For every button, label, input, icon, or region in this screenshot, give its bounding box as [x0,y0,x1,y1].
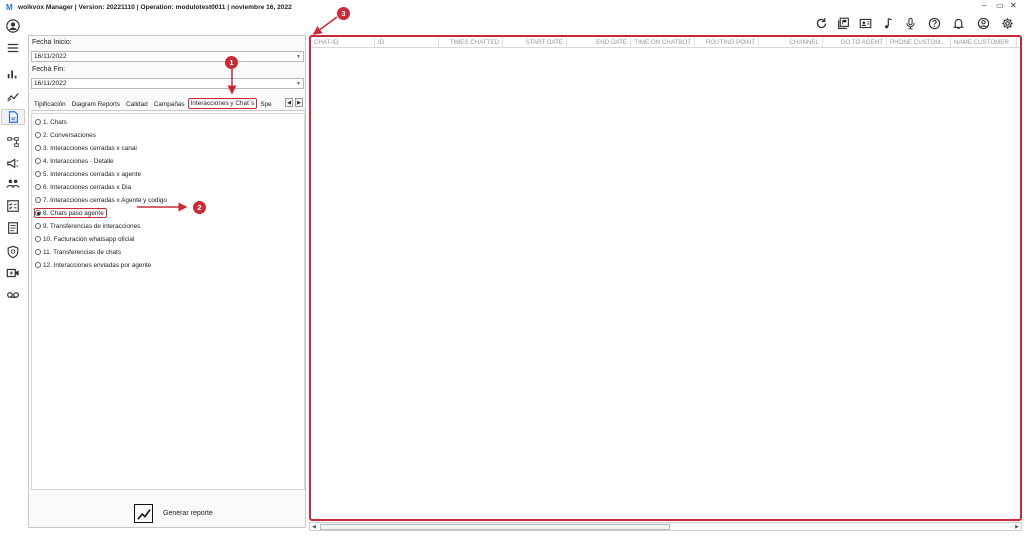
report-option-7[interactable]: 7. Interacciones cerradas x Agente y cod… [35,195,167,205]
voicemail-icon[interactable] [5,287,21,303]
refresh-icon[interactable] [814,16,828,30]
tab-interacciones-chats[interactable]: Interacciones y Chat´s [187,98,258,109]
restore-icon[interactable]: ▭ [996,1,1004,10]
radio-button[interactable] [35,158,41,164]
report-option-1[interactable]: 1. Chats [35,117,67,127]
start-date-picker[interactable]: 16/11/2022 ▼ [31,51,304,62]
end-date-label: Fecha Fin: [32,66,66,73]
report-tabs: Tipificación Diagram Reports Calidad Cam… [31,98,306,111]
callout-3-badge: 3 [337,7,350,20]
column-header-time-on-chatbot[interactable]: TIME ON CHATBOT [631,37,695,47]
tab-spe[interactable]: Spe [257,101,274,110]
column-header-phone-customer[interactable]: PHONE CUSTOM... [887,37,951,47]
tab-diagram-reports[interactable]: Diagram Reports [69,101,123,110]
report-option-10[interactable]: 10. Facturación whatsapp oficial [35,234,134,244]
app-logo: M [6,2,13,12]
callout-2-badge: 2 [193,201,206,214]
checklist-icon[interactable] [5,198,21,214]
hierarchy-icon[interactable] [5,134,21,150]
tab-campanas[interactable]: Campañas [151,101,188,110]
column-header-start-date[interactable]: START DATE [503,37,567,47]
report-list: 1. Chats 2. Conversaciones 3. Interaccio… [31,113,305,490]
title-bar: M wolkvox Manager | Version: 20221110 | … [0,0,1024,14]
report-option-4[interactable]: 4. Interacciones - Detalle [35,156,114,166]
radio-button[interactable] [35,262,41,268]
window-title: wolkvox Manager | Version: 20221110 | Op… [18,3,292,11]
column-header-end-date[interactable]: END DATE [567,37,631,47]
end-date-value: 16/11/2022 [34,80,67,87]
column-header-channel[interactable]: CHANNEL [759,37,823,47]
report-option-8[interactable]: 8. Chats paso agente [34,208,107,218]
account-icon[interactable] [976,16,990,30]
column-header-times-chatted[interactable]: TIMES CHATTED [439,37,503,47]
results-grid[interactable]: CHAT-ID ID TIMES CHATTED START DATE END … [309,35,1022,521]
radio-button[interactable] [35,249,41,255]
column-header-id[interactable]: ID [375,37,439,47]
generate-report-label: Generar reporte [163,510,213,517]
report-option-3[interactable]: 3. Interacciones cerradas x canal [35,143,137,153]
callout-1-badge: 1 [225,56,238,69]
column-header-go-to-agent[interactable]: GO TO AGENT [823,37,887,47]
radio-button[interactable] [35,236,41,242]
radio-button[interactable] [35,145,41,151]
scroll-left-icon[interactable]: ◀ [312,523,316,531]
library-icon[interactable] [836,16,850,30]
report-icon[interactable] [1,109,25,125]
report-selection-panel: Fecha Inicio: 16/11/2022 ▼ Fecha Fin: 16… [28,35,306,528]
minimize-icon[interactable]: – [982,1,986,10]
document-icon[interactable] [5,220,21,236]
user-icon[interactable] [5,18,21,34]
bell-icon[interactable] [951,16,965,30]
megaphone-icon[interactable] [5,155,21,171]
report-option-6[interactable]: 6. Interacciones cerradas x Dia [35,182,131,192]
report-option-2[interactable]: 2. Conversaciones [35,130,96,140]
chart-trend-icon [134,504,153,523]
chevron-down-icon[interactable]: ▼ [296,79,301,89]
tab-scroll-left-icon[interactable]: ◀ [285,98,293,107]
tab-scroll-right-icon[interactable]: ▶ [295,98,303,107]
scrollbar-thumb[interactable] [320,524,670,530]
radio-button[interactable] [35,119,41,125]
report-option-9[interactable]: 9. Transferencias de interacciones [35,221,140,231]
radio-button[interactable] [35,132,41,138]
radio-button[interactable] [35,197,41,203]
music-icon[interactable] [880,16,894,30]
column-header-name-customer[interactable]: NAME CUSTOMER [951,37,1017,47]
scroll-right-icon[interactable]: ▶ [1015,523,1019,531]
help-icon[interactable] [927,16,941,30]
contact-card-icon[interactable] [858,16,872,30]
radio-button[interactable] [35,171,41,177]
radio-button[interactable] [35,223,41,229]
chevron-down-icon[interactable]: ▼ [296,52,301,62]
callout-3-arrow [312,16,338,35]
start-date-value: 16/11/2022 [34,53,67,60]
team-icon[interactable] [5,176,21,192]
line-chart-icon[interactable] [5,88,21,104]
settings-icon[interactable] [1000,16,1014,30]
column-header-routing-point[interactable]: ROUTING POINT [695,37,759,47]
report-option-11[interactable]: 11. Transferencias de chats [35,247,121,257]
horizontal-scrollbar[interactable]: ◀ ▶ [309,522,1022,531]
radio-button[interactable] [35,184,41,190]
menu-icon[interactable] [5,40,21,56]
tab-calidad[interactable]: Calidad [123,101,151,110]
microphone-icon[interactable] [903,16,917,30]
tab-tipificacion[interactable]: Tipificación [31,101,69,110]
shield-icon[interactable] [5,244,21,260]
radio-button-selected[interactable] [35,210,41,216]
generate-report-button[interactable]: Generar reporte [134,504,213,523]
report-option-5[interactable]: 5. Interacciones cerradas x agente [35,169,141,179]
grid-header: CHAT-ID ID TIMES CHATTED START DATE END … [311,37,1020,48]
column-header-chat-id[interactable]: CHAT-ID [311,37,375,47]
start-date-label: Fecha Inicio: [32,39,72,46]
bar-chart-icon[interactable] [5,66,21,82]
end-date-picker[interactable]: 16/11/2022 ▼ [31,78,304,89]
close-icon[interactable]: ✕ [1010,1,1017,10]
sidebar [0,14,26,536]
video-add-icon[interactable] [5,265,21,281]
report-option-12[interactable]: 12. Interacciones enviadas por agente [35,260,151,270]
